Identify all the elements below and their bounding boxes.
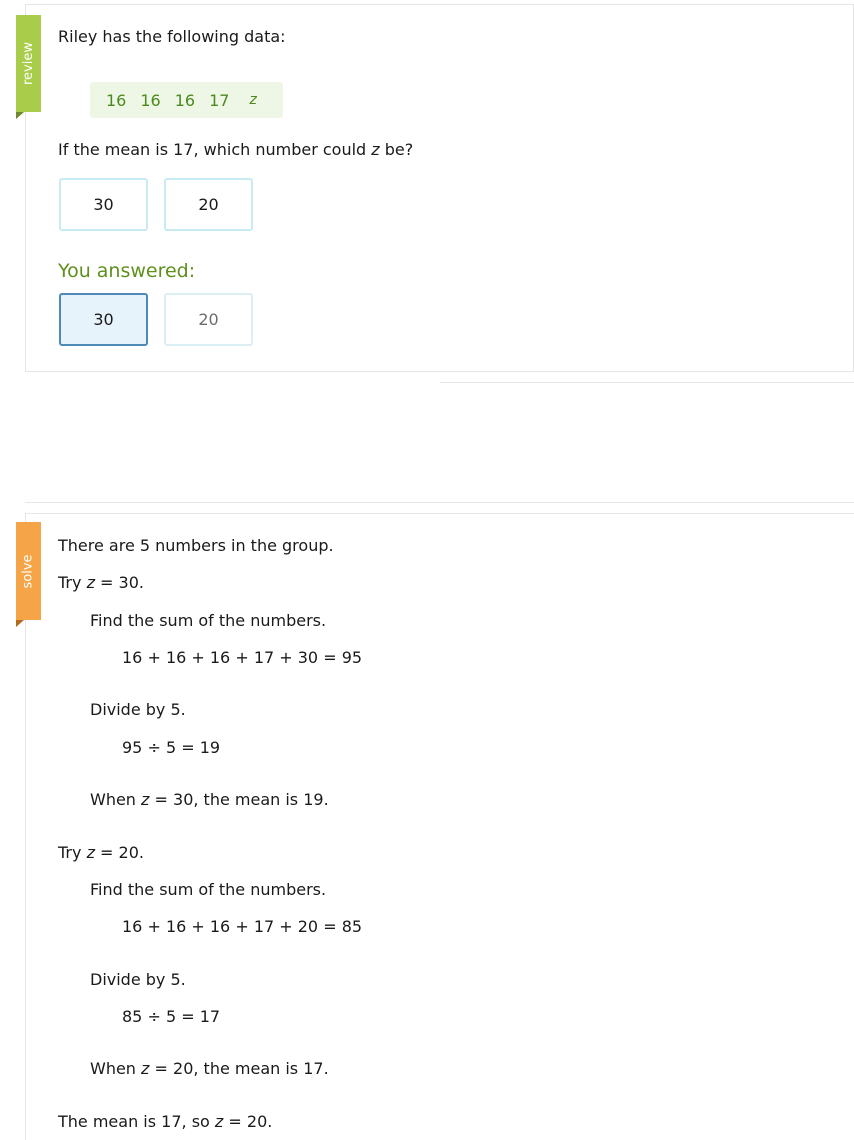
review-section (25, 4, 854, 372)
try-text: = 20. (94, 843, 144, 862)
data-value: 16 (174, 90, 196, 110)
result-text: When (90, 1059, 142, 1078)
sum-label-2: Find the sum of the numbers. (90, 880, 327, 899)
try-step-2: Try z = 20. (58, 843, 144, 862)
result-1: When z = 30, the mean is 19. (90, 790, 329, 809)
conclusion-text: The mean is 17, so (58, 1112, 215, 1131)
question-intro: Riley has the following data: (58, 27, 286, 46)
try-text: = 30. (94, 573, 144, 592)
solve-tab: solve (16, 522, 41, 627)
result-2: When z = 20, the mean is 17. (90, 1059, 329, 1078)
try-step-1: Try z = 30. (58, 573, 144, 592)
divide-label-1: Divide by 5. (90, 700, 186, 719)
sum-label-1: Find the sum of the numbers. (90, 611, 327, 630)
result-text: = 30, the mean is 19. (149, 790, 329, 809)
try-text: Try (58, 573, 87, 592)
conclusion: The mean is 17, so z = 20. (58, 1112, 272, 1131)
you-answered-label: You answered: (58, 260, 196, 282)
variable: z (86, 573, 95, 592)
divider (25, 502, 854, 503)
divide-equation-2: 85 ÷ 5 = 17 (122, 1007, 221, 1026)
answered-choice-20: 20 (164, 293, 253, 346)
data-variable: z (249, 92, 257, 108)
solve-intro: There are 5 numbers in the group. (58, 536, 334, 555)
data-value: 16 (106, 90, 127, 110)
result-text: When (90, 790, 142, 809)
choice-button-20[interactable]: 20 (164, 178, 253, 231)
divide-label-2: Divide by 5. (90, 970, 186, 989)
variable: z (86, 843, 95, 862)
choice-button-30[interactable]: 30 (59, 178, 148, 231)
data-value: 16 (140, 90, 161, 110)
divider (440, 382, 854, 383)
question-text-part: be? (379, 140, 414, 159)
review-tab: review (16, 15, 41, 119)
try-text: Try (58, 843, 87, 862)
sum-equation-2: 16 + 16 + 16 + 17 + 20 = 85 (122, 917, 363, 936)
data-value: 17 (209, 90, 230, 110)
question-text-part: If the mean is 17, which number could (58, 140, 372, 159)
solve-section (25, 513, 854, 1140)
answered-choice-30-selected: 30 (59, 293, 148, 346)
sum-equation-1: 16 + 16 + 16 + 17 + 30 = 95 (122, 648, 363, 667)
divide-equation-1: 95 ÷ 5 = 19 (122, 738, 221, 757)
solve-tab-label: solve (21, 553, 36, 589)
question-text: If the mean is 17, which number could z … (58, 140, 413, 159)
review-tab-label: review (21, 42, 36, 85)
question-variable: z (371, 140, 380, 159)
result-text: = 20, the mean is 17. (149, 1059, 329, 1078)
conclusion-text: = 20. (223, 1112, 273, 1131)
data-set-box: 16 16 16 17 z (90, 82, 283, 118)
